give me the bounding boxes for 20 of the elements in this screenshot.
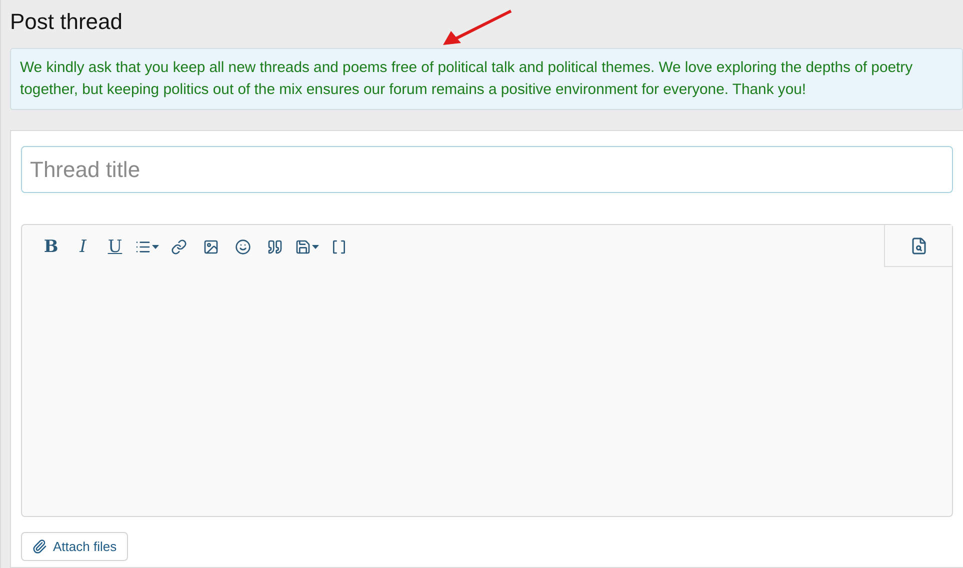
smiley-icon bbox=[235, 239, 251, 255]
bold-button[interactable]: B bbox=[36, 234, 66, 260]
editor-area[interactable]: B I U bbox=[21, 224, 953, 517]
annotation-arrow bbox=[441, 9, 513, 47]
list-icon bbox=[135, 239, 151, 255]
link-icon bbox=[171, 239, 187, 255]
paperclip-icon bbox=[32, 539, 47, 554]
caret-icon bbox=[152, 245, 159, 249]
attach-files-button[interactable]: Attach files bbox=[21, 532, 128, 561]
image-icon bbox=[203, 239, 219, 255]
brackets-icon bbox=[331, 239, 347, 255]
underline-button[interactable]: U bbox=[100, 234, 130, 260]
italic-button[interactable]: I bbox=[68, 234, 98, 260]
preview-icon bbox=[910, 236, 928, 254]
notice-message: We kindly ask that you keep all new threads and poems free of political talk and political themes. We love exploring the depths of poetry together, but keeping politics out of the mix ensures our forum remains a positive environment for everyone. Thank you! bbox=[10, 48, 963, 110]
page-title: Post thread bbox=[10, 9, 123, 35]
quote-icon bbox=[267, 239, 283, 255]
caret-icon bbox=[312, 245, 319, 249]
preview-button[interactable] bbox=[884, 225, 952, 267]
title-input-field[interactable]: Thread title bbox=[21, 146, 953, 193]
